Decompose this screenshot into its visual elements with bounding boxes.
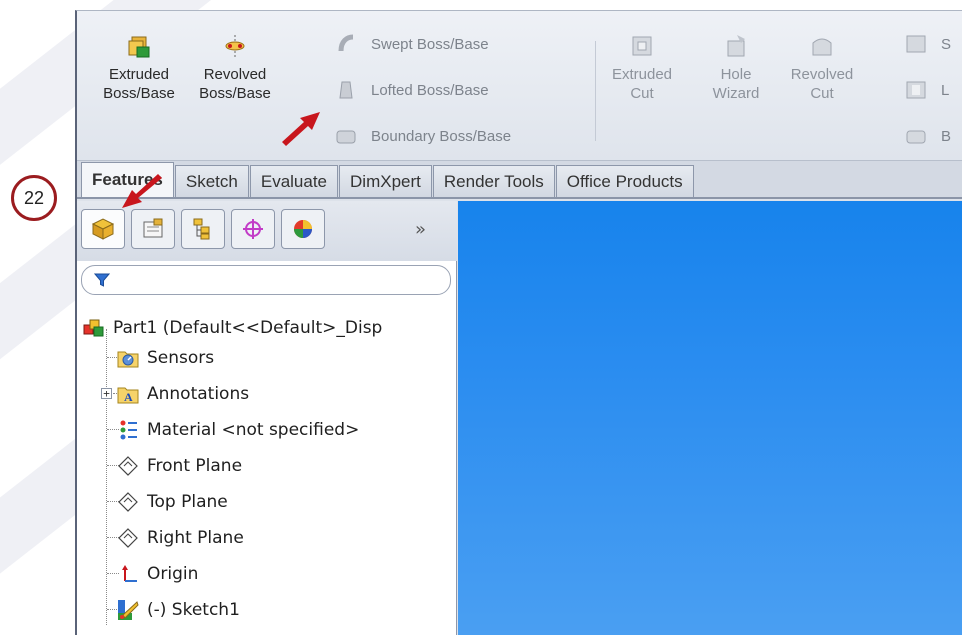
filter-icon — [94, 273, 110, 287]
manager-tabs: » — [77, 201, 457, 261]
extruded-boss-icon — [128, 36, 150, 58]
tree-node-top-plane[interactable]: Top Plane — [117, 489, 228, 515]
tab-render-tools[interactable]: Render Tools — [432, 165, 555, 197]
button-label-line1: Hole — [720, 66, 752, 83]
svg-text:A: A — [124, 390, 133, 404]
revolved-boss-base-button[interactable]: Revolved Boss/Base — [193, 33, 277, 103]
boundary-boss-icon — [336, 130, 356, 144]
tree-node-label: Origin — [147, 564, 199, 584]
sketch-icon — [117, 599, 139, 621]
revolved-boss-icon — [225, 35, 245, 57]
swept-boss-icon — [338, 34, 354, 52]
extruded-boss-base-button[interactable]: Extruded Boss/Base — [97, 33, 181, 103]
tab-office-products[interactable]: Office Products — [555, 165, 694, 197]
command-manager-tabs: Features Sketch Evaluate DimXpert Render… — [77, 161, 962, 199]
hole-wizard-icon — [727, 35, 745, 57]
page: 22 Extruded Boss/Base Revolved Boss/Base… — [0, 0, 962, 635]
tree-node-label: Sensors — [147, 348, 215, 368]
configuration-manager-icon — [193, 218, 210, 240]
tree-node-right-plane[interactable]: Right Plane — [117, 525, 244, 551]
swept-cut-icon — [906, 35, 926, 53]
tree-node-label: Front Plane — [147, 456, 243, 476]
button-label-line2: Cut — [810, 85, 834, 102]
sensors-folder-icon — [117, 347, 139, 369]
feature-filter-input[interactable] — [81, 265, 451, 295]
part-icon — [83, 317, 105, 339]
lofted-boss-icon — [339, 81, 353, 99]
button-label: S — [941, 35, 952, 53]
swept-cut-button[interactable]: S — [905, 31, 951, 57]
tree-node-annotations[interactable]: A Annotations — [117, 381, 249, 407]
plane-icon — [117, 527, 139, 549]
step-number: 22 — [23, 187, 45, 208]
property-manager-icon — [143, 218, 163, 238]
tree-node-sketch1[interactable]: (-) Sketch1 — [117, 597, 240, 623]
tree-node-material[interactable]: Material <not specified> — [117, 417, 359, 443]
ribbon-separator — [595, 41, 596, 141]
button-label-line2: Cut — [630, 85, 654, 102]
boundary-cut-icon — [906, 130, 926, 144]
displaymanager-tab[interactable] — [281, 209, 325, 249]
revolved-cut-button[interactable]: Revolved Cut — [782, 33, 862, 103]
lofted-cut-button[interactable]: L — [905, 77, 949, 103]
expand-annotations-toggle[interactable]: + — [101, 388, 112, 399]
tree-node-label: Annotations — [147, 384, 250, 404]
button-label: B — [941, 127, 952, 145]
solidworks-window: Extruded Boss/Base Revolved Boss/Base Sw… — [75, 10, 962, 635]
origin-icon — [117, 563, 139, 585]
button-label-line2: Boss/Base — [199, 85, 271, 102]
graphics-area[interactable] — [458, 201, 962, 635]
tree-node-front-plane[interactable]: Front Plane — [117, 453, 242, 479]
dimxpertmanager-tab[interactable] — [231, 209, 275, 249]
extruded-cut-button[interactable]: Extruded Cut — [607, 33, 677, 103]
button-label: Lofted Boss/Base — [371, 81, 489, 99]
feature-manager-panel: » Part1 (Default<<Default>_Disp Sensors … — [77, 201, 457, 635]
revolved-cut-icon — [812, 38, 832, 56]
plane-icon — [117, 491, 139, 513]
button-label-line1: Extruded — [108, 66, 170, 83]
tree-node-label: Right Plane — [147, 528, 244, 548]
hole-wizard-button[interactable]: Hole Wizard — [707, 33, 765, 103]
button-label-line2: Boss/Base — [103, 85, 175, 102]
lofted-boss-base-button[interactable]: Lofted Boss/Base — [335, 77, 489, 103]
button-label: L — [941, 81, 950, 99]
featuremanager-tree-icon — [91, 218, 115, 240]
tab-sketch[interactable]: Sketch — [174, 165, 249, 197]
button-label-line1: Revolved — [203, 66, 267, 83]
tree-node-label: (-) Sketch1 — [147, 600, 240, 620]
button-label-line2: Wizard — [712, 85, 760, 102]
boundary-cut-button[interactable]: B — [905, 123, 951, 149]
tree-node-label: Material <not specified> — [147, 420, 360, 440]
tree-node-part1[interactable]: Part1 (Default<<Default>_Disp — [83, 315, 382, 341]
button-label: Boundary Boss/Base — [371, 127, 512, 145]
button-label-line1: Revolved — [790, 66, 854, 83]
plane-icon — [117, 455, 139, 477]
more-tabs-button[interactable]: » — [415, 219, 426, 240]
button-label-line1: Extruded — [611, 66, 673, 83]
tab-dimxpert[interactable]: DimXpert — [339, 165, 432, 197]
tree-node-sensors[interactable]: Sensors — [117, 345, 214, 371]
callout-arrow-icon — [122, 174, 162, 208]
display-manager-icon — [294, 220, 312, 238]
configurationmanager-tab[interactable] — [181, 209, 225, 249]
material-icon — [117, 419, 139, 441]
tree-connector — [106, 329, 107, 625]
dimxpert-manager-icon — [243, 219, 263, 239]
callout-arrow-icon — [282, 112, 320, 146]
tab-evaluate[interactable]: Evaluate — [249, 165, 339, 197]
boundary-boss-base-button[interactable]: Boundary Boss/Base — [335, 123, 511, 149]
annotations-folder-icon: A — [117, 383, 139, 405]
tree-node-origin[interactable]: Origin — [117, 561, 198, 587]
swept-boss-base-button[interactable]: Swept Boss/Base — [335, 31, 489, 57]
lofted-cut-icon — [906, 81, 926, 99]
propertymanager-tab[interactable] — [131, 209, 175, 249]
featuremanager-tab[interactable] — [81, 209, 125, 249]
button-label: Swept Boss/Base — [371, 35, 489, 53]
tree-node-label: Part1 (Default<<Default>_Disp — [113, 318, 383, 338]
step-number-badge: 22 — [11, 175, 57, 221]
command-manager-ribbon: Extruded Boss/Base Revolved Boss/Base Sw… — [77, 11, 962, 161]
extruded-cut-icon — [632, 36, 652, 56]
tree-node-label: Top Plane — [147, 492, 228, 512]
